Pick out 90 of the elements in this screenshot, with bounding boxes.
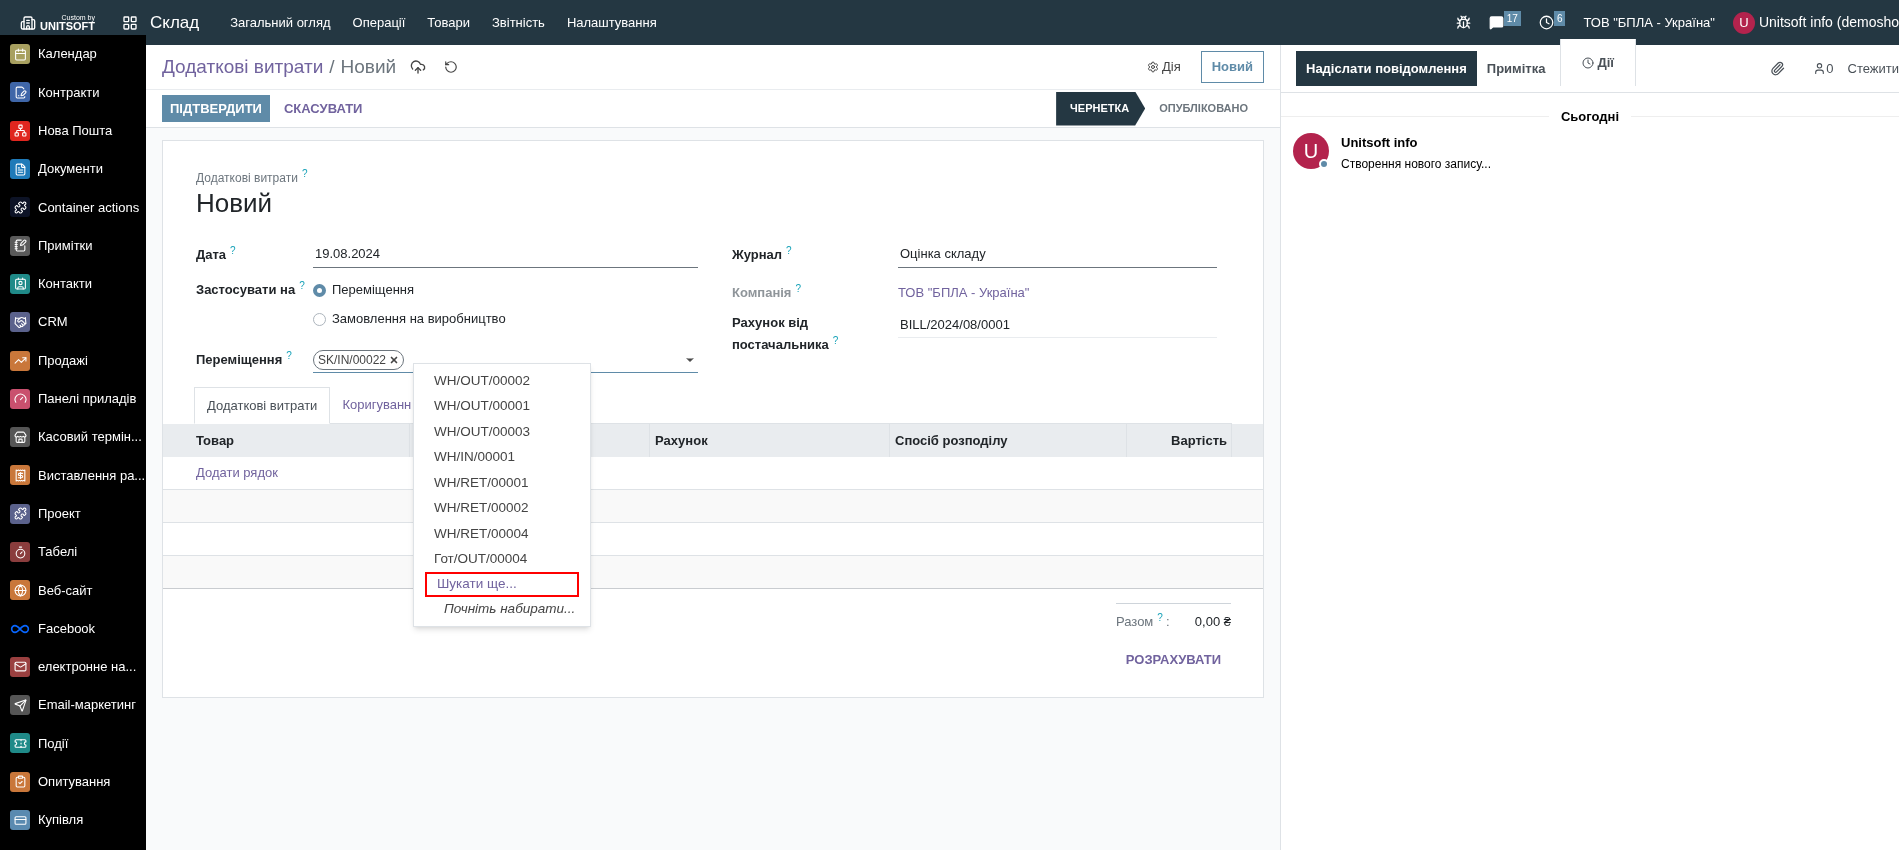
breadcrumb-link[interactable]: Додаткові витрати (162, 52, 324, 82)
sidebar-item[interactable]: Примітки (0, 226, 146, 265)
menu-item[interactable]: Операції (341, 12, 417, 33)
dropdown-item[interactable]: WH/OUT/00001 (414, 393, 590, 419)
new-button[interactable]: Новий (1200, 51, 1264, 83)
gear-icon[interactable] (1146, 61, 1159, 73)
journal-field[interactable]: Оцінка складу (898, 241, 1217, 268)
sidebar-item[interactable]: CRM (0, 303, 146, 342)
breadcrumb-separator: / (329, 54, 335, 79)
column-header[interactable]: Вартість (1126, 424, 1231, 457)
sidebar-item[interactable]: Проект (0, 494, 146, 533)
save-icon[interactable] (410, 59, 427, 75)
date-divider: Сьогодні (1559, 108, 1621, 126)
followers-button[interactable]: 0 (1813, 58, 1834, 79)
bug-icon[interactable] (1455, 15, 1471, 30)
sidebar-item[interactable]: Документи (0, 149, 146, 189)
dropdown-item[interactable]: WH/IN/00001 (414, 444, 590, 470)
compute-button[interactable]: РОЗРАХУВАТИ (1125, 645, 1221, 673)
record-title: Новий (196, 187, 274, 220)
tab[interactable]: Додаткові витрати (194, 386, 331, 424)
field-label: Переміщення (196, 352, 283, 368)
dropdown-item[interactable]: WH/RET/00004 (414, 521, 590, 547)
menu-item[interactable]: Звітність (481, 12, 556, 33)
menu-item[interactable]: Налаштування (555, 12, 668, 33)
sidebar-item[interactable]: Facebook (0, 609, 146, 648)
status-step[interactable]: ЧЕРНЕТКА (1056, 91, 1146, 126)
dropdown-item[interactable]: WH/RET/00001 (414, 470, 590, 496)
company-switcher[interactable]: ТОВ "БПЛА - Україна" (1583, 12, 1715, 33)
search-more-item[interactable]: Шукати ще... (425, 572, 579, 597)
sidebar-item[interactable]: Веб-сайт (0, 571, 146, 610)
action-button[interactable]: Дія (1146, 57, 1181, 77)
message-text: Створення нового запису... (1341, 156, 1492, 173)
discard-icon[interactable] (444, 60, 459, 74)
field-label: Рахунок від постачальника (732, 314, 829, 352)
chat-icon[interactable] (1488, 15, 1504, 30)
vendor-bill-field[interactable]: BILL/2024/08/0001 (898, 311, 1217, 338)
column-header[interactable]: Спосіб розподілу (889, 424, 1126, 457)
sidebar-item[interactable]: Email-маркетинг (0, 686, 146, 725)
sidebar-item[interactable]: Виставлення ра... (0, 456, 146, 495)
apps-menu-icon[interactable] (122, 14, 138, 31)
remove-icon[interactable] (389, 354, 400, 365)
dropdown-item[interactable]: Гот/OUT/00004 (414, 546, 590, 572)
user-avatar[interactable]: U (1732, 11, 1755, 34)
field-label: Журнал (732, 246, 783, 262)
menu-item[interactable]: Загальний огляд (219, 12, 342, 33)
field-label: Компанія (732, 284, 792, 300)
column-header[interactable]: Рахунок (649, 424, 889, 457)
date-field[interactable]: 19.08.2024 (313, 241, 698, 268)
sidebar-item[interactable]: Опитування (0, 762, 146, 801)
company-link[interactable]: ТОВ "БПЛА - Україна" (898, 282, 1030, 303)
confirm-button[interactable]: ПІДТВЕРДИТИ (162, 94, 270, 123)
sidebar-item[interactable]: Панелі приладів (0, 379, 146, 418)
cancel-button[interactable]: СКАСУВАТИ (281, 94, 365, 123)
total-colon: : (1165, 614, 1170, 629)
sidebar-item[interactable]: Контакти (0, 264, 146, 304)
send-message-button[interactable]: Надіслати повідомлення (1296, 51, 1477, 86)
app-title[interactable]: Склад (150, 9, 200, 36)
sidebar-item[interactable]: Купівля (0, 800, 146, 840)
attachment-icon[interactable] (1770, 61, 1786, 76)
sidebar-item[interactable]: Продажі (0, 341, 146, 380)
add-line-link[interactable]: Додати рядок (196, 463, 278, 483)
message-author[interactable]: Unitsoft info (1341, 132, 1492, 152)
sidebar-item[interactable]: електронне на... (0, 647, 146, 687)
sidebar-item[interactable]: Табелі (0, 532, 146, 572)
dropdown-item[interactable]: WH/RET/00002 (414, 495, 590, 521)
log-note-button[interactable]: Примітка (1476, 51, 1556, 86)
sidebar-item[interactable]: Нова Пошта (0, 111, 146, 150)
dropdown-item[interactable]: WH/OUT/00003 (414, 419, 590, 445)
radio-button[interactable] (313, 283, 326, 297)
total-label: Разом (1116, 614, 1154, 629)
radio-option[interactable]: Переміщення (313, 275, 506, 305)
sidebar-item[interactable]: Події (0, 724, 146, 763)
sidebar-item[interactable]: Календар (0, 35, 146, 74)
column-header[interactable]: Товар (163, 430, 409, 451)
typing-hint: Почніть набирати... (443, 600, 577, 619)
person-icon[interactable] (1813, 62, 1827, 75)
menu-item[interactable]: Товари (416, 12, 481, 33)
record-caption: Додаткові витрати (196, 171, 298, 185)
user-name[interactable]: Unitsoft info (demosho (1758, 12, 1899, 33)
follow-button[interactable]: Стежити (1847, 58, 1899, 79)
sidebar-item[interactable]: Container actions (0, 188, 146, 227)
radio-option[interactable]: Замовлення на виробництво (313, 304, 506, 334)
sidebar-item[interactable]: Касовий термін... (0, 417, 146, 457)
field-label: Дата (196, 246, 227, 262)
author-avatar[interactable]: U (1293, 132, 1329, 169)
total-value: 0,00 ₴ (1194, 613, 1231, 631)
field-label: Застосувати на (196, 281, 296, 297)
sidebar-item[interactable]: Контракти (0, 73, 146, 112)
breadcrumb-current: Новий (340, 54, 397, 79)
activities-tab[interactable]: Дії (1560, 39, 1636, 86)
